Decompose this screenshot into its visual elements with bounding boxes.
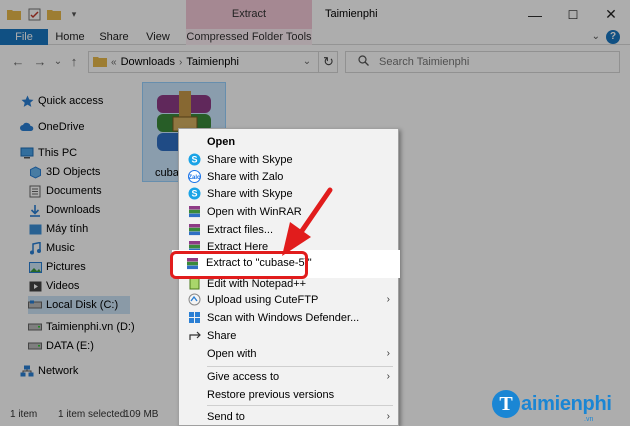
logo-suffix: .vn — [584, 416, 594, 423]
taimienphi-logo: T aimienphi .vn — [492, 390, 612, 423]
red-pointer-arrow-icon — [282, 187, 333, 256]
logo-letter: T — [492, 390, 520, 418]
logo-text: aimienphi — [521, 392, 612, 415]
